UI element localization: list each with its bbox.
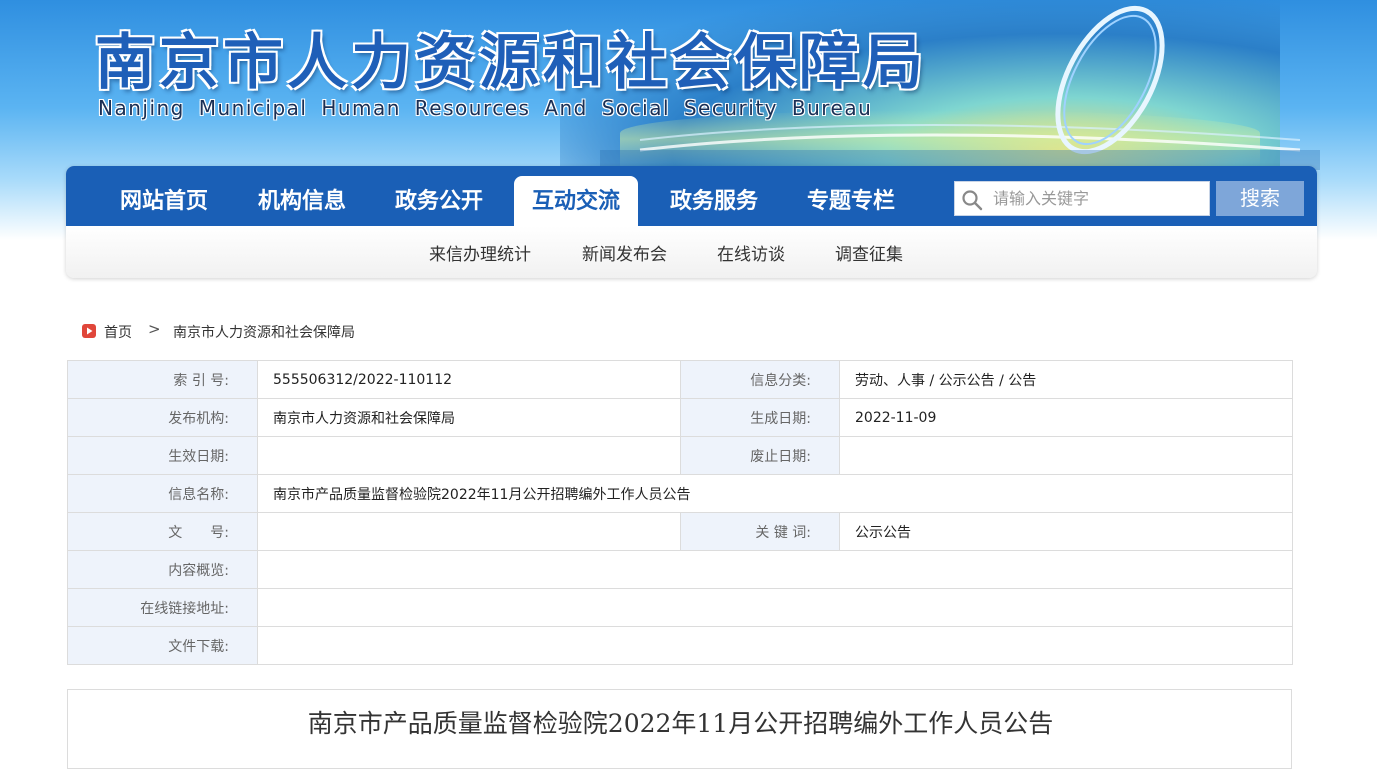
search-icon [962,190,983,211]
keywords-value: 公示公告 [839,512,1293,551]
category-value: 劳动、人事 / 公示公告 / 公告 [839,360,1293,399]
table-row: 内容概览: [67,550,1293,589]
category-label: 信息分类: [680,360,840,399]
site-title-cn: 南京市人力资源和社会保障局 [95,28,927,98]
nav-item-interaction[interactable]: 互动交流 [514,176,638,226]
nav-item-services[interactable]: 政务服务 [652,176,776,226]
sub-nav-online-interview[interactable]: 在线访谈 [717,240,785,265]
nav-item-government-affairs[interactable]: 政务公开 [377,176,501,226]
search-button[interactable]: 搜索 [1216,181,1304,216]
table-row: 文件下载: [67,626,1293,665]
info-name-label: 信息名称: [67,474,258,513]
online-link-label: 在线链接地址: [67,588,258,627]
article-title: 南京市产品质量监督检验院2022年11月公开招聘编外工作人员公告 [307,709,1054,738]
table-row: 文 号: 关 键 词: 公示公告 [67,512,1293,551]
index-number-label: 索 引 号: [67,360,258,399]
nav-item-special-topics[interactable]: 专题专栏 [789,176,913,226]
site-title-en: Nanjing Municipal Human Resources And So… [98,96,873,120]
effective-date-label: 生效日期: [67,436,258,475]
online-link-value[interactable] [257,588,1293,627]
document-number-label: 文 号: [67,512,258,551]
created-date-value: 2022-11-09 [839,398,1293,437]
breadcrumb-current-link[interactable]: 南京市人力资源和社会保障局 [173,322,355,342]
nav-item-organization[interactable]: 机构信息 [240,176,364,226]
publisher-value: 南京市人力资源和社会保障局 [257,398,681,437]
main-nav-bar: 网站首页 机构信息 政务公开 互动交流 政务服务 专题专栏 搜索 [66,166,1317,226]
search-box [954,181,1210,216]
abolished-date-value [839,436,1293,475]
index-number-value: 555506312/2022-110112 [257,360,681,399]
table-row: 发布机构: 南京市人力资源和社会保障局 生成日期: 2022-11-09 [67,398,1293,437]
table-row: 在线链接地址: [67,588,1293,627]
sub-nav-survey[interactable]: 调查征集 [835,240,903,265]
created-date-label: 生成日期: [680,398,840,437]
summary-label: 内容概览: [67,550,258,589]
sub-nav-letter-statistics[interactable]: 来信办理统计 [429,240,531,265]
keywords-label: 关 键 词: [680,512,840,551]
document-number-value [257,512,681,551]
navigation-box: 网站首页 机构信息 政务公开 互动交流 政务服务 专题专栏 搜索 来信办理统计 … [66,166,1317,278]
file-download-label: 文件下载: [67,626,258,665]
table-row: 信息名称: 南京市产品质量监督检验院2022年11月公开招聘编外工作人员公告 [67,474,1293,513]
sub-nav-press-conference[interactable]: 新闻发布会 [582,240,667,265]
abolished-date-label: 废止日期: [680,436,840,475]
table-row: 索 引 号: 555506312/2022-110112 信息分类: 劳动、人事… [67,360,1293,399]
table-row: 生效日期: 废止日期: [67,436,1293,475]
breadcrumb-home-link[interactable]: 首页 [104,322,132,342]
document-info-table: 索 引 号: 555506312/2022-110112 信息分类: 劳动、人事… [67,360,1293,665]
home-play-icon [82,324,96,338]
breadcrumb-separator: > [148,320,161,338]
file-download-value[interactable] [257,626,1293,665]
sub-nav-bar: 来信办理统计 新闻发布会 在线访谈 调查征集 [66,226,1317,278]
effective-date-value [257,436,681,475]
publisher-label: 发布机构: [67,398,258,437]
nav-item-home[interactable]: 网站首页 [102,176,226,226]
summary-value [257,550,1293,589]
search-input[interactable] [991,183,1205,214]
info-name-value: 南京市产品质量监督检验院2022年11月公开招聘编外工作人员公告 [257,474,1293,513]
article-container: 南京市产品质量监督检验院2022年11月公开招聘编外工作人员公告 [67,689,1292,769]
